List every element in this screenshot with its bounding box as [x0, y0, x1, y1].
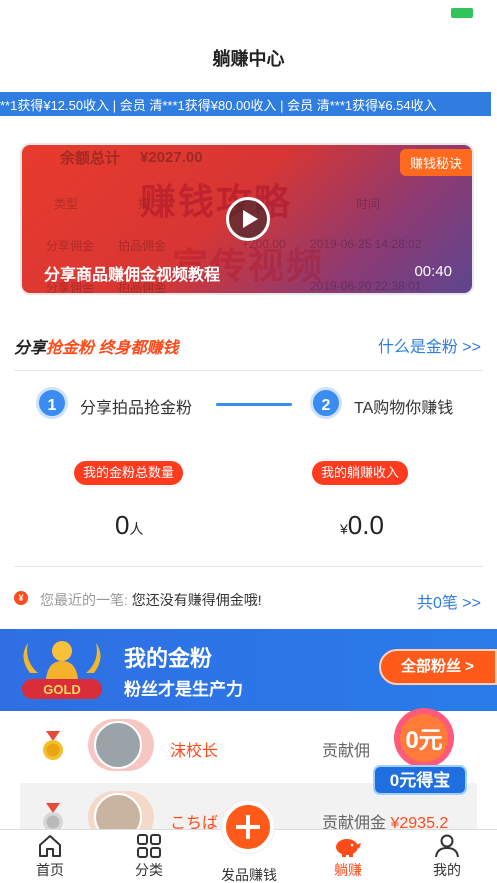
- tab-mine[interactable]: 我的: [407, 830, 487, 883]
- recent-message: 您还没有赚得佣金哦!: [131, 592, 262, 608]
- gold-ribbon-text: GOLD: [43, 682, 81, 697]
- commission-count-link[interactable]: 共0笔 >>: [417, 589, 481, 613]
- ticker-text: **1获得¥12.50收入 | 会员 清***1获得¥80.00收入 | 会员 …: [0, 98, 437, 113]
- zero-yuan-promo-badge[interactable]: 0元 0元得宝: [368, 700, 472, 800]
- money-tips-badge[interactable]: 赚钱秘诀: [399, 149, 472, 176]
- video-caption: 分享商品赚佣金视频教程: [44, 267, 221, 284]
- video-bg-col-time: 时间: [356, 197, 381, 211]
- video-tutorial-card[interactable]: 余额总计 ¥2027.00 类型 描 时间 分享佣金 拍品佣金 +200.00 …: [20, 143, 474, 295]
- fan-contribution: 贡献佣: [322, 737, 370, 761]
- divider: [14, 370, 483, 371]
- lying-income-currency: ¥: [340, 521, 348, 537]
- fan-contribution-label: 贡献佣: [322, 743, 371, 760]
- share-title-prefix: 分享: [14, 340, 47, 357]
- income-ticker: **1获得¥12.50收入 | 会员 清***1获得¥80.00收入 | 会员 …: [0, 92, 497, 116]
- my-fans-banner: GOLD 我的金粉 粉丝才是生产力 全部粉丝 >: [0, 629, 497, 711]
- video-bg-row1-desc: 拍品佣金: [118, 239, 167, 253]
- publish-product-label: 发品赚钱: [221, 867, 277, 883]
- video-duration: 00:40: [414, 263, 452, 280]
- gold-fans-count-unit: 人: [129, 521, 144, 537]
- gold-fans-count-number: 0: [115, 510, 130, 540]
- video-bg-row1-time: 2019-06-25 14:28:02: [310, 237, 422, 251]
- steps-row: 1 分享拍品抢金粉 2 TA购物你赚钱: [0, 384, 497, 426]
- gold-fans-count-value: 0人: [115, 510, 143, 541]
- fan-avatar-frame: [88, 719, 154, 771]
- video-bg-row2-time: 2019-06-20 22:38:01: [310, 279, 422, 293]
- home-icon: [39, 835, 61, 857]
- my-fans-subtitle: 粉丝才是生产力: [124, 680, 243, 699]
- medal-gold-icon: [43, 731, 63, 760]
- promo-top-text: 0元: [405, 727, 442, 754]
- tab-home-label: 首页: [36, 862, 64, 878]
- tab-category[interactable]: 分类: [109, 830, 189, 883]
- tab-lying-earn[interactable]: 躺赚: [308, 830, 388, 883]
- step-2-number: 2: [310, 387, 342, 419]
- video-bg-col-type: 类型: [54, 197, 79, 211]
- tab-home[interactable]: 首页: [10, 830, 90, 883]
- video-bg-total-label: 余额总计: [60, 150, 121, 167]
- tab-mine-label: 我的: [433, 862, 461, 878]
- recent-commission-row: ¥ 您最近的一笔: 您还没有赚得佣金哦! 共0笔 >>: [0, 586, 497, 612]
- share-title-highlight: 抢金粉 终身都赚钱: [46, 340, 179, 357]
- category-icon: [137, 834, 161, 858]
- plus-icon: [236, 815, 260, 839]
- promo-bottom-text: 0元得宝: [390, 770, 450, 790]
- fan-name: 沫校长: [170, 743, 219, 760]
- lying-income-number: 0.0: [347, 510, 384, 540]
- piggy-bank-icon: [336, 839, 361, 857]
- play-icon: [243, 210, 258, 228]
- nav-bar: 躺赚中心: [0, 30, 497, 86]
- avatar: [94, 721, 142, 769]
- share-title: 分享抢金粉 终身都赚钱: [14, 334, 178, 358]
- my-fans-title: 我的金粉: [124, 646, 213, 671]
- what-is-gold-fan-link[interactable]: 什么是金粉 >>: [378, 333, 481, 357]
- yen-icon: ¥: [14, 591, 28, 605]
- publish-product-button[interactable]: [222, 801, 274, 853]
- step-connector: [216, 403, 292, 406]
- gold-fans-count-label: 我的金粉总数量: [74, 461, 184, 485]
- ticker-edge: [491, 92, 497, 116]
- all-fans-button[interactable]: 全部粉丝 >: [379, 649, 497, 685]
- page-title: 躺赚中心: [212, 49, 285, 69]
- step-1-number: 1: [36, 387, 68, 419]
- video-bg-total-amount: ¥2027.00: [140, 149, 203, 166]
- divider: [14, 566, 483, 567]
- gold-trophy-icon: GOLD: [22, 641, 102, 699]
- lying-income-label: 我的躺赚收入: [312, 461, 409, 485]
- step-1-label: 分享拍品抢金粉: [80, 400, 193, 417]
- recent-commission-text: 您最近的一笔: 您还没有赚得佣金哦!: [40, 590, 262, 610]
- lying-income-value: ¥0.0: [340, 510, 384, 541]
- status-bar: [0, 0, 497, 30]
- tab-category-label: 分类: [135, 862, 163, 878]
- step-2-label: TA购物你赚钱: [354, 400, 454, 417]
- user-icon: [435, 834, 459, 858]
- tab-lying-earn-label: 躺赚: [334, 862, 362, 878]
- video-bg-row1-type: 分享佣金: [46, 239, 95, 253]
- share-section-header: 分享抢金粉 终身都赚钱 什么是金粉 >>: [0, 328, 497, 362]
- play-button[interactable]: [226, 197, 270, 241]
- recent-label: 您最近的一笔:: [40, 592, 128, 608]
- battery-icon: [451, 8, 473, 18]
